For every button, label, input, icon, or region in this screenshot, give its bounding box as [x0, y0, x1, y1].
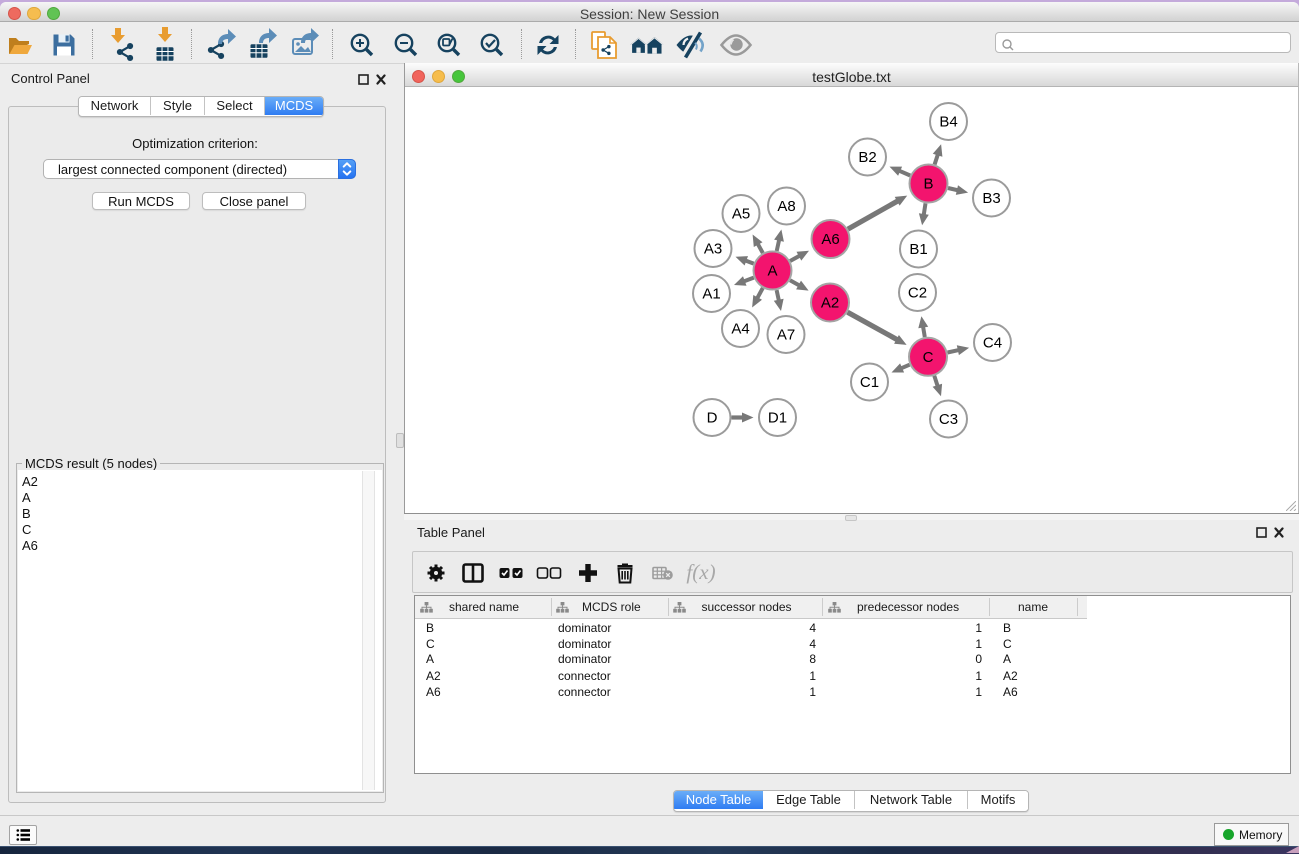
svg-text:A5: A5 — [732, 206, 750, 223]
svg-text:f(x): f(x) — [686, 560, 715, 584]
svg-text:A4: A4 — [731, 321, 749, 338]
svg-text:C3: C3 — [939, 411, 958, 428]
svg-text:A6: A6 — [821, 231, 839, 248]
svg-text:B1: B1 — [909, 241, 927, 258]
svg-text:A1: A1 — [702, 286, 720, 303]
svg-text:A2: A2 — [821, 295, 839, 312]
svg-text:A3: A3 — [704, 241, 722, 258]
svg-text:D1: D1 — [768, 410, 787, 427]
svg-text:D: D — [707, 410, 718, 427]
svg-text:B: B — [923, 176, 933, 193]
svg-text:B3: B3 — [982, 190, 1000, 207]
svg-text:C2: C2 — [908, 285, 927, 302]
svg-text:B4: B4 — [939, 114, 957, 131]
svg-text:C1: C1 — [860, 374, 879, 391]
svg-text:B2: B2 — [858, 149, 876, 166]
svg-text:C: C — [923, 349, 934, 366]
svg-text:A8: A8 — [777, 198, 795, 215]
svg-text:C4: C4 — [983, 335, 1002, 352]
svg-text:A: A — [767, 263, 777, 280]
svg-text:A7: A7 — [777, 327, 795, 344]
